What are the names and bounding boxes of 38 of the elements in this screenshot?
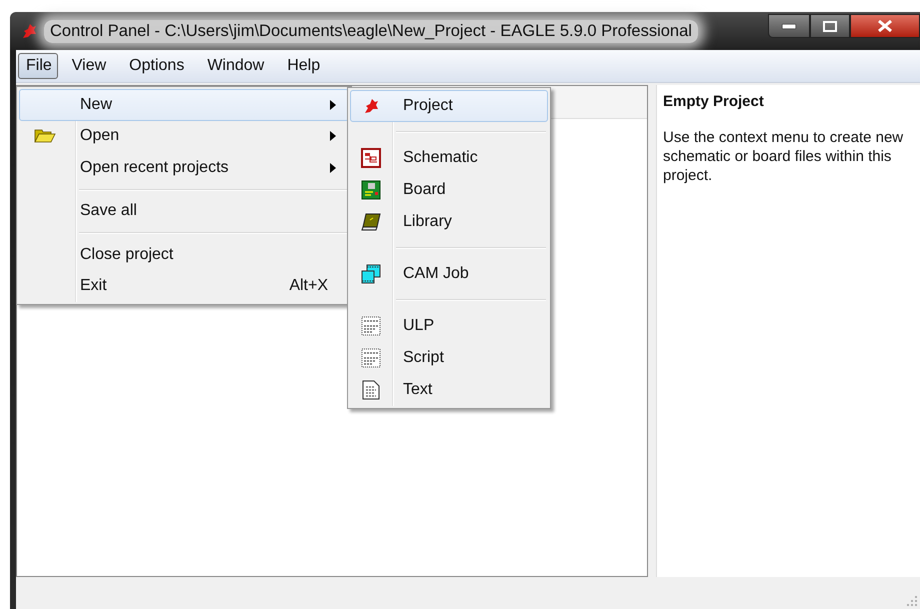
menu-bar-item[interactable]: Options	[121, 53, 190, 79]
menu-item[interactable]: Exit Alt+X	[19, 270, 349, 302]
film-strip-icon	[361, 264, 381, 284]
menu-item[interactable]: Save all	[19, 196, 349, 227]
schematic-icon	[361, 148, 381, 168]
menu-item[interactable]: Script	[350, 342, 548, 374]
minimize-button[interactable]	[768, 14, 810, 38]
menu-item[interactable]: Open	[19, 120, 349, 152]
book-icon	[361, 213, 381, 231]
document-icon	[362, 380, 380, 400]
menu-item[interactable]: Open recent projects	[19, 152, 349, 184]
menu-item[interactable]: ULP	[350, 310, 548, 342]
folder-icon	[34, 129, 56, 144]
menu-bar-item[interactable]: File	[18, 53, 58, 79]
menu-bar-item[interactable]: Help	[279, 53, 326, 79]
info-title: Empty Project	[663, 93, 765, 110]
menu-item[interactable]: New	[19, 89, 349, 120]
menu-item[interactable]: Library	[350, 206, 548, 238]
maximize-button[interactable]	[810, 14, 850, 38]
menu-bar-item[interactable]: Window	[199, 53, 270, 79]
circuit-board-icon	[361, 180, 381, 200]
close-button[interactable]	[850, 14, 920, 38]
maximize-icon	[823, 20, 837, 32]
menu-item[interactable]: CAM Job	[350, 258, 548, 290]
close-icon	[878, 20, 892, 32]
menu-item[interactable]: Board	[350, 174, 548, 206]
menu-item[interactable]: Project	[350, 90, 548, 122]
menu-item[interactable]: Close project	[19, 239, 349, 270]
menu-bar-item[interactable]: View	[64, 53, 112, 79]
shortcut-label: Alt+X	[289, 277, 328, 296]
info-text: Use the context menu to create new schematic or board files within this project.	[663, 128, 904, 185]
minimize-icon	[782, 24, 796, 28]
script-sheet-icon	[361, 316, 381, 336]
window-title: Control Panel - C:\Users\jim\Documents\eagle\New_Project - EAGLE 5.9.0 Professional	[44, 20, 698, 42]
menu-item[interactable]: Schematic	[350, 142, 548, 174]
menu-item[interactable]: Text	[350, 374, 548, 406]
resize-grip-icon	[907, 596, 918, 607]
script-sheet-icon	[361, 348, 381, 368]
